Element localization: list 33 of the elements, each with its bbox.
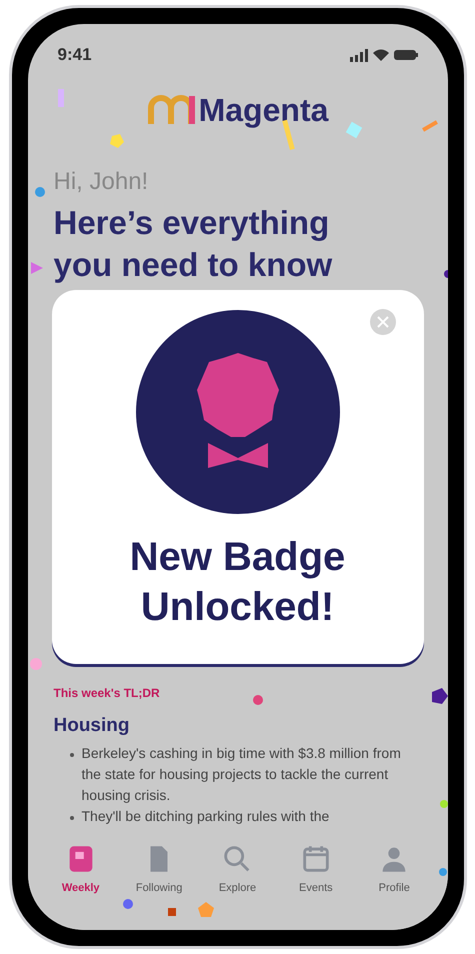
battery-icon (394, 49, 418, 61)
signal-icon (350, 48, 368, 62)
confetti-piece (198, 902, 214, 917)
bullet-text: Berkeley's cashing in big time with $3.8 million from the state for housing projects to tackle the current housing crisis. (82, 744, 402, 805)
wifi-icon (372, 49, 388, 61)
confetti-piece (34, 187, 44, 197)
section-label: This week's TL;DR (54, 685, 160, 702)
bullet-text: They'll be ditching parking rules with the (82, 806, 330, 826)
confetti-piece (110, 134, 124, 148)
close-button[interactable] (370, 309, 396, 335)
greeting-text: Hi, John! (54, 167, 150, 197)
headline: Here’s everything you need to know (54, 203, 334, 285)
status-time: 9:41 (58, 44, 92, 66)
close-icon (376, 315, 390, 329)
tab-item[interactable]: Explore (202, 842, 272, 930)
confetti-piece (122, 899, 132, 909)
tab-item[interactable]: Weekly (46, 842, 116, 930)
tab-item[interactable]: Profile (359, 842, 430, 930)
section-title: Housing (54, 714, 130, 738)
confetti-piece (440, 800, 448, 808)
confetti-piece (30, 658, 42, 670)
badge-ribbon-icon (136, 310, 340, 514)
tab-item[interactable]: Events (280, 842, 351, 930)
confetti-piece (438, 868, 446, 876)
confetti-piece (252, 695, 262, 705)
confetti-piece (432, 688, 448, 704)
confetti-piece (444, 270, 448, 278)
logo-icon (146, 94, 195, 126)
tab-item[interactable]: Following (124, 842, 194, 930)
logo-text: Magenta (198, 91, 328, 130)
confetti-piece (58, 89, 64, 107)
confetti-piece (30, 262, 42, 274)
modal-title: New Badge Unlocked! (128, 534, 346, 631)
